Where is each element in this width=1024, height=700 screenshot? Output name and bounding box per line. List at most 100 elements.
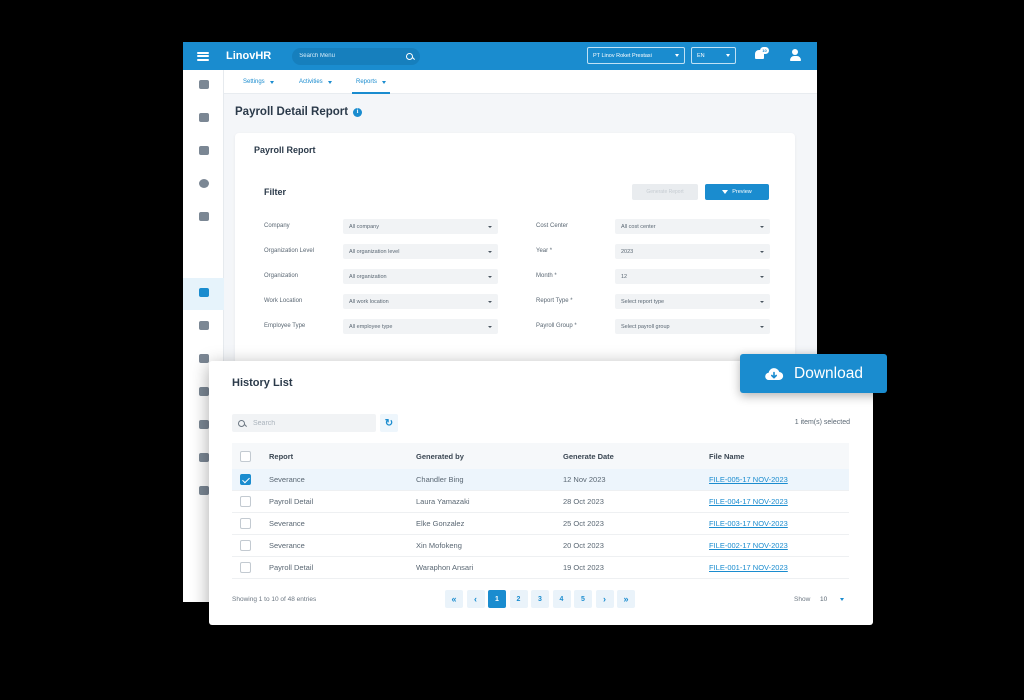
cell-report: Severance (269, 541, 305, 550)
tab-settings[interactable]: Settings (243, 70, 274, 94)
chevron-down-icon (760, 275, 764, 278)
history-search[interactable] (232, 414, 376, 432)
filter-label-company: Company (264, 223, 290, 229)
history-search-input[interactable] (253, 419, 370, 427)
sub-navigation: Settings Activities Reports (224, 70, 817, 94)
menu-search[interactable] (292, 47, 421, 65)
sidebar-item-employee[interactable] (183, 136, 224, 168)
page-button[interactable]: 4 (552, 590, 571, 608)
notification-bell-icon[interactable]: 10 (755, 47, 769, 61)
filter-title: Filter (264, 187, 287, 197)
sidebar-item-recruitment[interactable] (183, 311, 224, 343)
cell-report: Payroll Detail (269, 563, 314, 572)
first-page-button[interactable]: « (445, 590, 463, 608)
select-value: Select payroll group (621, 323, 670, 330)
column-header-file-name[interactable]: File Name (709, 452, 744, 461)
page-button[interactable]: 1 (488, 590, 506, 608)
organization-level-select[interactable]: All organization level (343, 244, 498, 259)
search-icon[interactable] (406, 52, 414, 60)
cell-generate-date: 12 Nov 2023 (563, 475, 606, 484)
company-filter-select[interactable]: All company (343, 219, 498, 234)
company-select[interactable]: PT Linov Roket Prestasi (587, 47, 685, 64)
file-link[interactable]: FILE-001-17 NOV-2023 (709, 563, 788, 572)
org-chart-icon (198, 113, 209, 122)
payroll-group-select[interactable]: Select payroll group (615, 319, 770, 334)
selected-count: 1 item(s) selected (794, 419, 850, 426)
refresh-icon[interactable]: ↻ (380, 414, 398, 432)
filter-label-payroll-group: Payroll Group * (536, 323, 577, 329)
row-checkbox[interactable] (240, 562, 251, 573)
employee-type-select[interactable]: All employee type (343, 319, 498, 334)
generate-report-button[interactable]: Generate Report (632, 184, 698, 200)
page-button[interactable]: 3 (531, 590, 549, 608)
file-link[interactable]: FILE-005-17 NOV-2023 (709, 475, 788, 484)
table-row[interactable]: Severance Elke Gonzalez 25 Oct 2023 FILE… (232, 513, 849, 535)
filter-label-report-type: Report Type * (536, 298, 573, 304)
file-link[interactable]: FILE-002-17 NOV-2023 (709, 541, 788, 550)
column-header-report[interactable]: Report (269, 452, 293, 461)
page-button[interactable]: 2 (509, 590, 528, 608)
row-checkbox[interactable] (240, 474, 251, 485)
menu-search-input[interactable] (299, 53, 407, 59)
chevron-down-icon (382, 80, 387, 84)
row-checkbox[interactable] (240, 496, 251, 507)
table-row[interactable]: Severance Chandler Bing 12 Nov 2023 FILE… (232, 469, 849, 491)
table-header: Report Generated by Generate Date File N… (232, 443, 849, 469)
graduation-cap-icon (198, 486, 209, 495)
table-row[interactable]: Payroll Detail Laura Yamazaki 28 Oct 202… (232, 491, 849, 513)
cell-report: Payroll Detail (269, 497, 314, 506)
report-type-select[interactable]: Select report type (615, 294, 770, 309)
month-select[interactable]: 12 (615, 269, 770, 284)
column-header-generate-date[interactable]: Generate Date (563, 452, 614, 461)
table-row[interactable]: Payroll Detail Waraphon Ansari 19 Oct 20… (232, 557, 849, 579)
cost-center-select[interactable]: All cost center (615, 219, 770, 234)
organization-select[interactable]: All organization (343, 269, 498, 284)
filter-label-organization-level: Organization Level (264, 248, 315, 254)
column-header-generated-by[interactable]: Generated by (416, 452, 464, 461)
card-icon (198, 420, 209, 429)
tab-reports[interactable]: Reports (351, 70, 391, 94)
user-add-icon (198, 321, 209, 330)
chevron-down-icon (488, 275, 492, 278)
prev-page-button[interactable]: ‹ (466, 590, 485, 608)
last-page-button[interactable]: » (617, 590, 635, 608)
row-checkbox[interactable] (240, 518, 251, 529)
page-button[interactable]: 5 (574, 590, 592, 608)
search-icon (238, 419, 245, 427)
chevron-down-icon (488, 225, 492, 228)
hamburger-menu-icon[interactable] (197, 51, 209, 61)
chevron-down-icon (760, 225, 764, 228)
language-select-value: EN (697, 52, 705, 59)
cell-report: Severance (269, 519, 305, 528)
language-select[interactable]: EN (691, 47, 736, 64)
year-select[interactable]: 2023 (615, 244, 770, 259)
chevron-down-icon (760, 325, 764, 328)
cell-generate-date: 19 Oct 2023 (563, 563, 604, 572)
tab-activities[interactable]: Activities (299, 70, 332, 94)
work-location-select[interactable]: All work location (343, 294, 498, 309)
sidebar-item-organization[interactable] (183, 103, 224, 135)
user-profile-icon[interactable] (789, 49, 801, 62)
sidebar-item-payroll[interactable] (183, 278, 224, 310)
sidebar-item-time[interactable] (183, 169, 224, 201)
pagination: « ‹ 1 2 3 4 5 › » (445, 590, 639, 608)
download-button[interactable]: Download (740, 354, 887, 393)
select-all-checkbox[interactable] (240, 450, 251, 462)
cell-generate-date: 25 Oct 2023 (563, 519, 604, 528)
company-select-value: PT Linov Roket Prestasi (593, 52, 652, 59)
tab-label: Reports (356, 79, 378, 85)
table-row[interactable]: Severance Xin Mofokeng 20 Oct 2023 FILE-… (232, 535, 849, 557)
preview-button[interactable]: Preview (705, 184, 769, 200)
sidebar-item-dashboard[interactable] (183, 70, 224, 102)
file-link[interactable]: FILE-004-17 NOV-2023 (709, 497, 788, 506)
next-page-button[interactable]: › (595, 590, 614, 608)
cell-generated-by: Waraphon Ansari (416, 563, 474, 572)
history-panel: History List ↻ 1 item(s) selected Report… (209, 361, 873, 625)
info-icon[interactable]: i (353, 107, 363, 117)
file-link[interactable]: FILE-003-17 NOV-2023 (709, 519, 788, 528)
row-checkbox[interactable] (240, 540, 251, 551)
filter-label-organization: Organization (264, 273, 299, 279)
building-icon (198, 80, 209, 89)
sidebar-item-reimbursement[interactable] (183, 202, 224, 234)
page-size-select[interactable]: 10 (817, 591, 847, 607)
